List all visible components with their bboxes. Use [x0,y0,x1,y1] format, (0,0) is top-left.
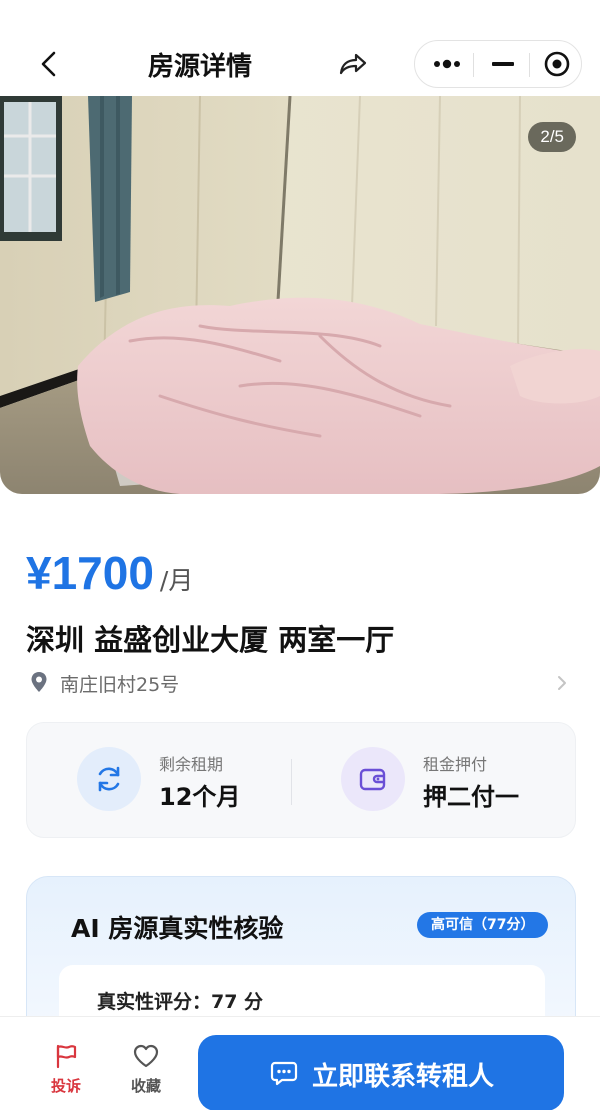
bottom-action-bar: 投诉 收藏 立即联系转租人 [0,1016,600,1110]
credibility-badge: 高可信（77分） [417,912,549,938]
stat-divider [291,759,292,805]
stat-label: 租金押付 [423,755,488,774]
photo-counter-badge: 2/5 [528,122,576,152]
contact-sublessor-button[interactable]: 立即联系转租人 [198,1035,564,1110]
location-pin-icon [31,672,47,692]
price-row: ¥1700 /月 [26,546,193,606]
authenticity-score: 真实性评分：77 分 [97,991,264,1013]
listing-title: 深圳 益盛创业大厦 两室一厅 [26,623,395,657]
stat-value: 12个月 [159,783,241,811]
nav-bar: 房源详情 [0,0,600,96]
stat-icon-wrap [77,747,141,811]
address-row[interactable]: 南庄旧村25号 [26,668,574,698]
stat-icon-wrap [341,747,405,811]
mini-program-capsule [414,40,582,88]
close-button[interactable] [541,49,573,79]
heart-icon [133,1044,159,1068]
share-button[interactable] [334,46,370,82]
wallet-icon [359,768,386,791]
rent-price: ¥1700 [26,547,154,599]
more-dots-icon [434,59,460,69]
stat-label: 剩余租期 [159,755,224,774]
stat-value: 押二付一 [423,783,519,811]
favorite-label: 收藏 [130,1077,161,1095]
chat-bubble-icon [270,1061,298,1086]
capsule-divider [529,53,530,77]
minimize-button[interactable] [487,49,519,79]
lease-info-card: 剩余租期 12个月 租金押付 押二付一 [26,722,576,838]
rent-price-unit: /月 [159,566,194,595]
report-label: 投诉 [50,1077,81,1095]
report-button[interactable]: 投诉 [36,1031,96,1097]
target-close-icon [544,51,570,77]
contact-button-label: 立即联系转租人 [312,1062,495,1092]
ai-card-title: AI 房源真实性核验 [71,914,284,943]
capsule-divider [473,53,474,77]
listing-photo-gallery[interactable]: 2/5 [0,96,600,494]
refresh-cycle-icon [98,766,120,792]
room-photo [0,96,600,494]
chevron-right-icon [558,676,566,690]
minimize-icon [492,62,514,66]
more-button[interactable] [429,49,465,79]
flag-icon [56,1044,77,1069]
share-arrow-icon [339,53,367,75]
favorite-button[interactable]: 收藏 [116,1031,176,1097]
address-text: 南庄旧村25号 [60,674,180,696]
